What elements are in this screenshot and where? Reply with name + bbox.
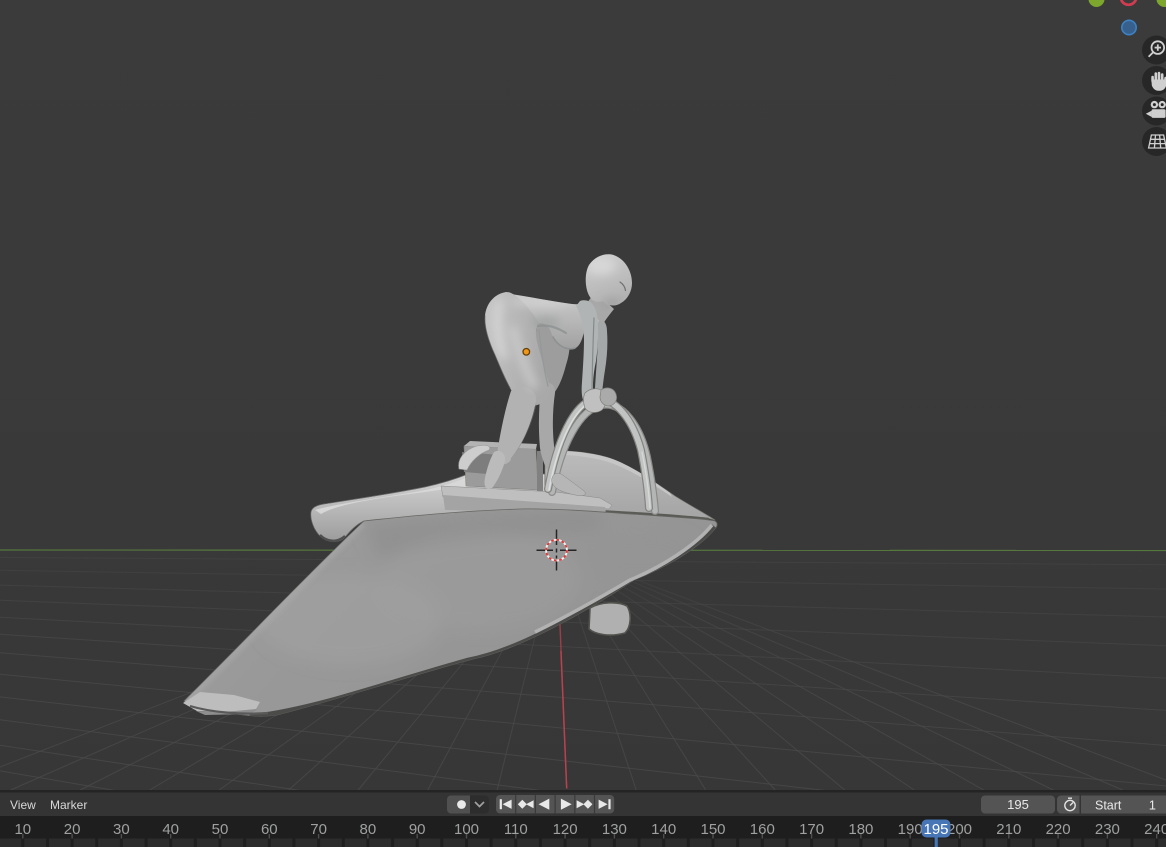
svg-text:70: 70 — [310, 821, 327, 838]
svg-text:60: 60 — [261, 821, 278, 838]
svg-text:1: 1 — [1149, 798, 1156, 813]
svg-text:130: 130 — [602, 821, 627, 838]
svg-text:190: 190 — [898, 821, 923, 838]
svg-text:40: 40 — [162, 821, 179, 838]
svg-text:Start: Start — [1095, 799, 1122, 813]
svg-text:200: 200 — [947, 821, 972, 838]
svg-text:140: 140 — [651, 821, 676, 838]
svg-text:230: 230 — [1095, 821, 1120, 838]
svg-text:80: 80 — [360, 821, 377, 838]
svg-text:110: 110 — [504, 821, 528, 838]
svg-text:View: View — [10, 798, 36, 812]
svg-text:220: 220 — [1046, 821, 1071, 838]
svg-text:30: 30 — [113, 821, 130, 838]
svg-text:100: 100 — [454, 821, 479, 838]
svg-text:90: 90 — [409, 821, 426, 838]
svg-text:180: 180 — [848, 821, 873, 838]
svg-text:150: 150 — [700, 821, 725, 838]
svg-text:195: 195 — [923, 821, 948, 838]
svg-text:10: 10 — [14, 821, 31, 838]
svg-text:20: 20 — [64, 821, 81, 838]
svg-text:50: 50 — [212, 821, 229, 838]
svg-text:Marker: Marker — [50, 798, 87, 812]
svg-text:120: 120 — [553, 821, 578, 838]
svg-text:195: 195 — [1007, 797, 1029, 812]
svg-text:170: 170 — [799, 821, 824, 838]
svg-text:210: 210 — [996, 821, 1021, 838]
svg-text:240: 240 — [1144, 821, 1166, 838]
svg-text:160: 160 — [750, 821, 775, 838]
